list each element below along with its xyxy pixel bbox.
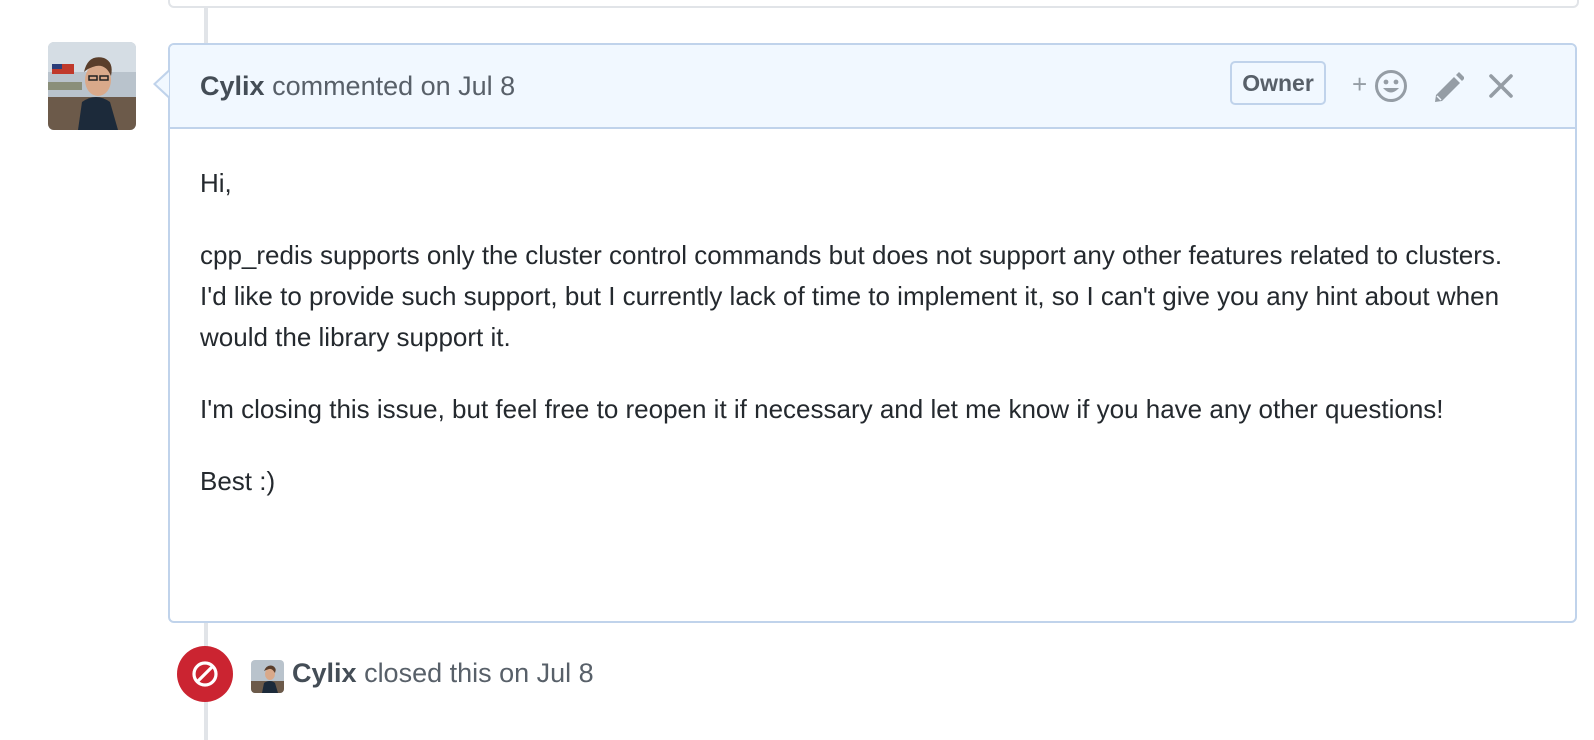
comment-header: Cylix commented on Jul 8 Owner + [170, 45, 1575, 129]
comment-timestamp[interactable]: commented on Jul 8 [272, 71, 515, 101]
comment-body: Hi, cpp_redis supports only the cluster … [200, 163, 1540, 502]
event-avatar[interactable] [251, 660, 284, 693]
timeline-line [204, 6, 208, 43]
owner-badge: Owner [1230, 61, 1326, 105]
pencil-icon [1435, 72, 1465, 102]
event-action[interactable]: closed this on Jul 8 [364, 658, 594, 688]
comment-paragraph: cpp_redis supports only the cluster cont… [200, 240, 1503, 270]
previous-comment-box [168, 0, 1579, 8]
comment-paragraph: Hi, [200, 168, 232, 198]
avatar[interactable] [48, 42, 136, 130]
closed-circle-slash-icon [192, 661, 218, 687]
smiley-icon [1375, 70, 1407, 102]
comment-pointer-fill [156, 72, 169, 96]
event-author-link[interactable]: Cylix [292, 658, 357, 688]
comment-author-link[interactable]: Cylix [200, 71, 265, 101]
comment-paragraph: Best :) [200, 466, 276, 496]
comment-card: Cylix commented on Jul 8 Owner + Hi, cpp… [168, 43, 1577, 623]
add-reaction-button[interactable]: + [1352, 67, 1410, 107]
comment-paragraph: I'm closing this issue, but feel free to… [200, 394, 1444, 424]
comment-paragraph: I'd like to provide such support, but I … [200, 281, 1500, 352]
closed-event-badge [177, 646, 233, 702]
delete-button[interactable] [1488, 73, 1514, 99]
comment-header-text: Cylix commented on Jul 8 [200, 71, 515, 102]
closed-event-text: Cylix closed this on Jul 8 [292, 658, 594, 689]
edit-button[interactable] [1432, 69, 1466, 103]
plus-sign: + [1352, 69, 1368, 99]
close-icon [1489, 74, 1513, 98]
